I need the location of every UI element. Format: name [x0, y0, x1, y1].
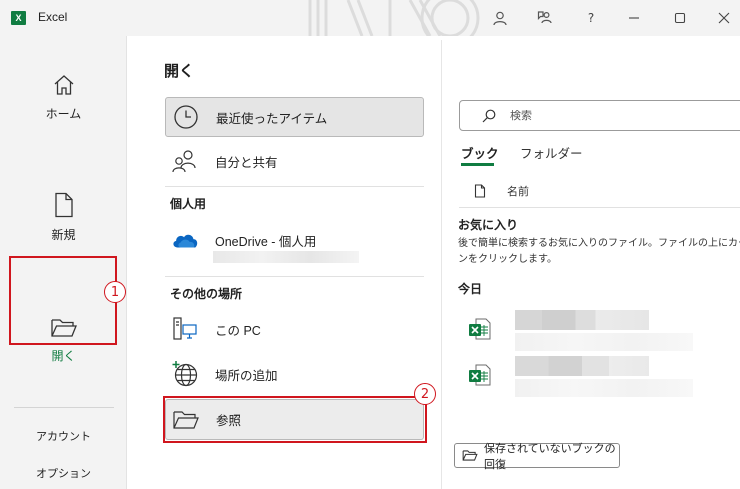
nav-item-home[interactable]: ホーム	[0, 73, 127, 122]
favorites-desc-line-1: 後で簡単に検索するお気に入りのファイル。ファイルの上にカーソル	[458, 238, 740, 249]
nav-label-open: 開く	[51, 349, 76, 363]
section-divider	[165, 276, 424, 277]
close-icon[interactable]	[711, 6, 737, 30]
account-icon[interactable]	[487, 6, 513, 30]
column-divider	[441, 40, 442, 489]
callout-2: 2	[414, 383, 436, 405]
location-recent[interactable]: 最近使ったアイテム	[165, 97, 424, 137]
feedback-icon[interactable]	[532, 6, 558, 30]
folder-icon	[462, 449, 478, 462]
people-icon	[171, 147, 199, 175]
active-tab-indicator	[461, 163, 494, 166]
today-group-label: 今日	[458, 282, 483, 296]
file-path-redacted	[515, 333, 693, 351]
name-column-header[interactable]: 名前	[474, 183, 529, 199]
location-label-onedrive: OneDrive - 個人用	[215, 234, 317, 249]
nav-item-options[interactable]: オプション	[0, 465, 127, 481]
maximize-icon[interactable]	[667, 6, 693, 30]
favorites-description: 後で簡単に検索するお気に入りのファイル。ファイルの上にカーソル ンをクリックしま…	[458, 236, 740, 268]
location-shared[interactable]: 自分と共有	[165, 141, 424, 181]
excel-file-icon	[469, 318, 491, 340]
file-name-redacted	[515, 310, 649, 330]
file-path-redacted	[515, 379, 693, 397]
highlight-box-open	[9, 256, 117, 345]
section-personal: 個人用	[170, 197, 207, 211]
location-this-pc[interactable]: この PC	[165, 309, 424, 349]
tab-folder[interactable]: フォルダー	[520, 143, 583, 162]
search-box[interactable]	[459, 100, 740, 131]
this-pc-icon	[171, 315, 199, 343]
search-input[interactable]	[510, 109, 690, 122]
search-icon	[482, 109, 496, 123]
callout-1: 1	[104, 281, 126, 303]
tab-book[interactable]: ブック	[461, 143, 499, 162]
excel-file-icon	[469, 364, 491, 386]
list-item[interactable]	[459, 307, 740, 353]
location-label-add-place: 場所の追加	[215, 368, 278, 383]
location-label-shared: 自分と共有	[215, 155, 278, 170]
list-divider	[459, 207, 740, 208]
highlight-box-browse	[163, 396, 427, 443]
location-label-recent: 最近使ったアイテム	[216, 111, 328, 126]
nav-divider	[14, 407, 114, 408]
nav-item-account[interactable]: アカウント	[0, 428, 127, 444]
file-icon	[474, 184, 486, 198]
nav-label-home: ホーム	[45, 107, 82, 121]
clock-icon	[172, 103, 200, 131]
excel-logo-icon: X	[11, 11, 26, 25]
favorites-desc-line-2: ンをクリックします。	[458, 254, 557, 265]
recover-unsaved-button[interactable]: 保存されていないブックの回復	[454, 443, 620, 471]
app-title: Excel	[38, 10, 68, 24]
favorites-title: お気に入り	[458, 218, 519, 232]
title-bar-decoration	[308, 0, 480, 36]
nav-label-new: 新規	[51, 228, 76, 242]
location-label-this-pc: この PC	[215, 323, 261, 338]
location-add-place[interactable]: 場所の追加	[165, 354, 424, 394]
list-item[interactable]	[459, 353, 740, 399]
globe-add-icon	[171, 360, 199, 388]
nav-item-new[interactable]: 新規	[0, 192, 127, 243]
onedrive-account-redacted	[213, 251, 359, 263]
minimize-icon[interactable]	[621, 6, 647, 30]
page-title: 開く	[164, 62, 195, 80]
name-column-label: 名前	[507, 186, 529, 198]
new-file-icon	[54, 192, 73, 218]
home-icon	[54, 75, 73, 95]
onedrive-cloud-icon	[171, 226, 199, 254]
section-divider	[165, 186, 424, 187]
file-name-redacted	[515, 356, 649, 376]
help-button[interactable]: ?	[578, 6, 604, 30]
section-other: その他の場所	[170, 287, 243, 301]
title-bar: X Excel ?	[0, 0, 740, 36]
recover-button-label: 保存されていないブックの回復	[484, 442, 616, 471]
